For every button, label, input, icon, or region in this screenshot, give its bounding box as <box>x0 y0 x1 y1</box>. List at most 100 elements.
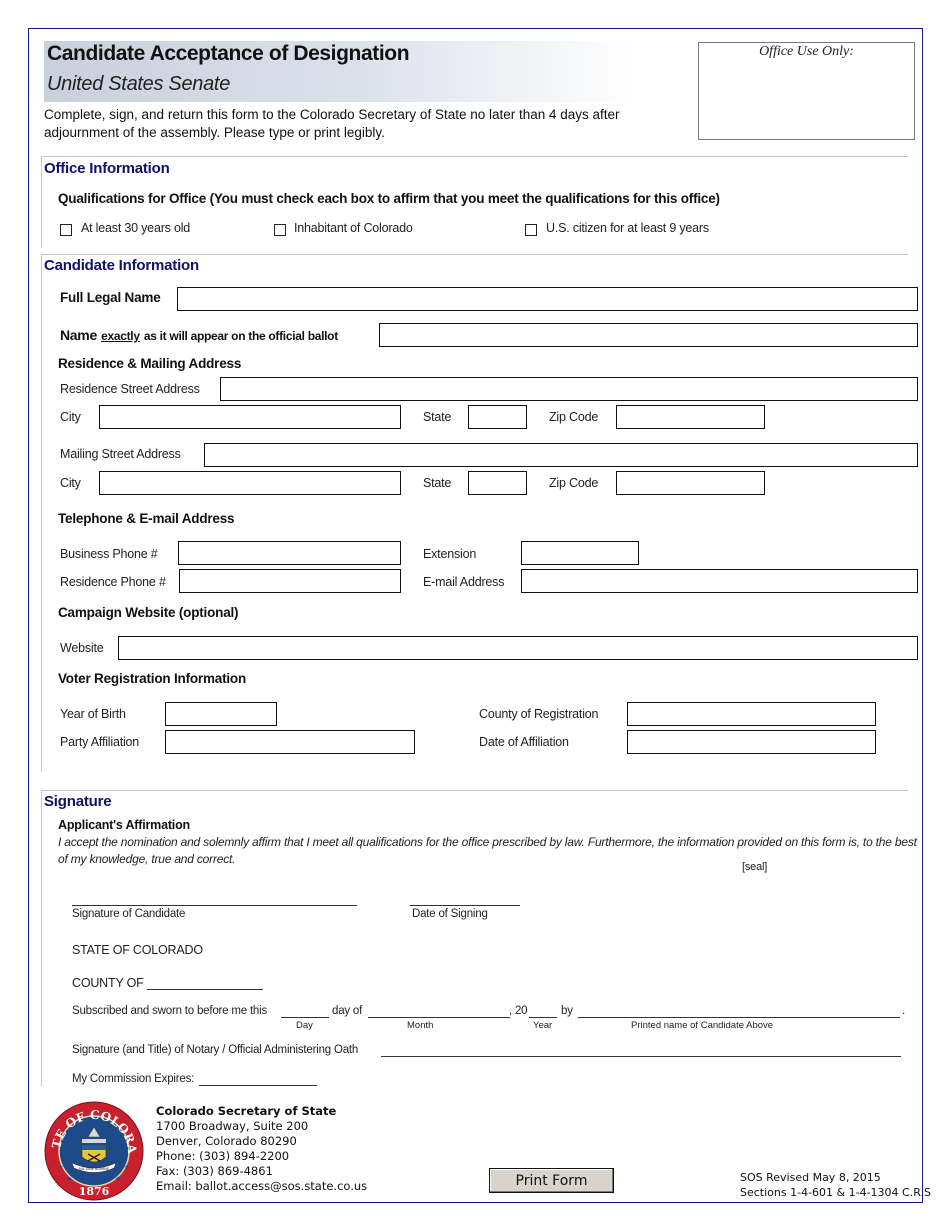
affirmation-text: I accept the nomination and solemnly aff… <box>58 835 917 866</box>
extension-field[interactable] <box>521 541 639 565</box>
business-phone-field[interactable] <box>178 541 401 565</box>
party-input[interactable] <box>166 731 414 753</box>
date-affiliation-input[interactable] <box>628 731 875 753</box>
contact-block: Colorado Secretary of State 1700 Broadwa… <box>156 1104 367 1194</box>
sworn-day-line[interactable] <box>281 1017 329 1018</box>
office-use-label: Office Use Only: <box>759 44 854 59</box>
checkbox-inhabitant[interactable] <box>274 224 286 236</box>
sworn-end: . <box>902 1005 905 1017</box>
svg-text:★: ★ <box>115 1175 121 1183</box>
residence-street-field[interactable] <box>220 377 918 401</box>
residence-zip-field[interactable] <box>616 405 765 429</box>
residence-phone-label: Residence Phone # <box>60 575 166 589</box>
mailing-state-field[interactable] <box>468 471 527 495</box>
residence-city-label: City <box>60 410 81 424</box>
contact-org: Colorado Secretary of State <box>156 1104 337 1118</box>
checkbox-age[interactable] <box>60 224 72 236</box>
phone-heading: Telephone & E-mail Address <box>58 511 235 526</box>
county-field[interactable] <box>627 702 876 726</box>
mailing-zip-label: Zip Code <box>549 476 599 490</box>
contact-phone: Phone: (303) 894-2200 <box>156 1149 290 1163</box>
year-caption: Year <box>533 1020 553 1031</box>
contact-address2: Denver, Colorado 80290 <box>156 1134 297 1148</box>
party-field[interactable] <box>165 730 415 754</box>
sworn-dayof: day of <box>332 1005 363 1017</box>
date-affiliation-field[interactable] <box>627 730 876 754</box>
website-field[interactable] <box>118 636 918 660</box>
county-label: County of Registration <box>479 707 599 721</box>
residence-zip-input[interactable] <box>617 406 764 428</box>
ballot-name-label-emph: exactly <box>101 329 140 343</box>
checkbox-age-label: At least 30 years old <box>81 221 191 235</box>
email-input[interactable] <box>522 570 917 592</box>
sworn-month-line[interactable] <box>368 1017 510 1018</box>
colorado-seal-icon: STATE OF COLORADO 1876 NIL SINE NUMINE ★… <box>44 1101 144 1201</box>
sworn-year-prefix: , 20 <box>509 1005 528 1017</box>
mailing-street-input[interactable] <box>205 444 917 466</box>
residence-phone-field[interactable] <box>179 569 401 593</box>
date-signing-caption: Date of Signing <box>412 908 488 920</box>
full-legal-name-label: Full Legal Name <box>60 290 161 305</box>
address-heading: Residence & Mailing Address <box>58 356 242 371</box>
statute-sections: Sections 1-4-601 & 1-4-1304 C.R.S <box>740 1186 931 1199</box>
ballot-name-input[interactable] <box>380 324 917 346</box>
form-subtitle: United States Senate <box>47 73 231 95</box>
revised-date: SOS Revised May 8, 2015 <box>740 1171 881 1184</box>
divider <box>41 254 42 772</box>
residence-state-label: State <box>423 410 452 424</box>
extension-input[interactable] <box>522 542 638 564</box>
signature-caption: Signature of Candidate <box>72 908 186 920</box>
seal-motto: NIL SINE NUMINE <box>79 1167 109 1171</box>
revision-info: SOS Revised May 8, 2015 Sections 1-4-601… <box>740 1170 931 1200</box>
residence-street-input[interactable] <box>221 378 917 400</box>
residence-zip-label: Zip Code <box>549 410 599 424</box>
county-of-label: COUNTY OF <box>72 976 144 990</box>
contact-fax: Fax: (303) 869-4861 <box>156 1164 273 1178</box>
website-input[interactable] <box>119 637 917 659</box>
state-of-colorado: STATE OF COLORADO <box>72 943 203 957</box>
county-of-line[interactable] <box>147 989 263 990</box>
commission-line[interactable] <box>199 1085 317 1086</box>
residence-city-input[interactable] <box>100 406 400 428</box>
signature-line[interactable] <box>72 905 357 906</box>
residence-state-input[interactable] <box>469 406 526 428</box>
mailing-state-label: State <box>423 476 452 490</box>
mailing-zip-field[interactable] <box>616 471 765 495</box>
month-caption: Month <box>407 1020 434 1031</box>
date-signing-line[interactable] <box>410 905 520 906</box>
svg-text:★: ★ <box>124 1164 129 1171</box>
full-legal-name-input[interactable] <box>178 288 917 310</box>
ballot-name-field[interactable] <box>379 323 918 347</box>
mailing-city-field[interactable] <box>99 471 401 495</box>
mailing-street-field[interactable] <box>204 443 918 467</box>
email-label: E-mail Address <box>423 575 505 589</box>
notary-line[interactable] <box>381 1056 901 1057</box>
year-of-birth-field[interactable] <box>165 702 277 726</box>
section-title-candidate-information: Candidate Information <box>44 257 199 274</box>
ballot-name-label: Name exactly as it will appear on the of… <box>60 327 338 345</box>
sworn-name-line[interactable] <box>578 1017 900 1018</box>
residence-phone-input[interactable] <box>180 570 400 592</box>
checkbox-citizen[interactable] <box>525 224 537 236</box>
email-field[interactable] <box>521 569 918 593</box>
print-form-button[interactable]: Print Form <box>489 1168 614 1193</box>
mailing-city-label: City <box>60 476 81 490</box>
residence-city-field[interactable] <box>99 405 401 429</box>
year-of-birth-input[interactable] <box>166 703 276 725</box>
county-input[interactable] <box>628 703 875 725</box>
full-legal-name-field[interactable] <box>177 287 918 311</box>
mailing-state-input[interactable] <box>469 472 526 494</box>
contact-address1: 1700 Broadway, Suite 200 <box>156 1119 309 1133</box>
ballot-name-label-post: as it will appear on the official ballot <box>143 329 338 343</box>
sworn-year-line[interactable] <box>529 1017 557 1018</box>
svg-text:★: ★ <box>66 1175 72 1183</box>
section-title-office-information: Office Information <box>44 160 170 177</box>
residence-state-field[interactable] <box>468 405 527 429</box>
mailing-city-input[interactable] <box>100 472 400 494</box>
mailing-zip-input[interactable] <box>617 472 764 494</box>
qualifications-heading: Qualifications for Office (You must chec… <box>58 191 720 206</box>
business-phone-input[interactable] <box>179 542 400 564</box>
form-title: Candidate Acceptance of Designation <box>47 42 410 65</box>
extension-label: Extension <box>423 547 477 561</box>
checkbox-inhabitant-label: Inhabitant of Colorado <box>294 221 413 235</box>
